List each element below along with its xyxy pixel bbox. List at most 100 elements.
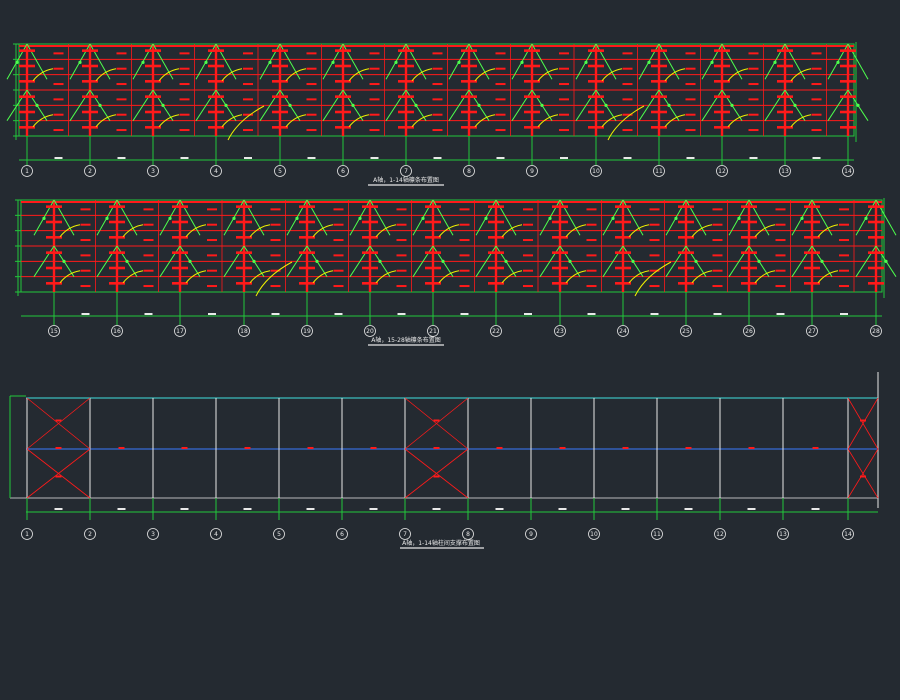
member-tag xyxy=(299,205,315,208)
axis-label: 15 xyxy=(50,328,58,335)
member-tag xyxy=(495,98,506,101)
member-tag xyxy=(143,254,154,257)
member-tag xyxy=(82,80,98,83)
member-tag xyxy=(651,64,667,68)
member-tag xyxy=(306,129,317,132)
member-tag xyxy=(588,64,604,68)
member-tag xyxy=(80,269,91,272)
member-tag xyxy=(145,49,161,52)
member-tag xyxy=(714,49,730,52)
member-tag xyxy=(46,205,62,208)
member-tag xyxy=(777,110,793,114)
member-tag xyxy=(207,208,217,211)
member-tag xyxy=(552,266,568,270)
member-tag xyxy=(333,223,344,226)
brace-diagonal xyxy=(405,43,427,80)
member-tag xyxy=(840,110,856,114)
member-tag xyxy=(714,95,730,98)
member-tag xyxy=(459,254,470,257)
dimension-text-mark xyxy=(686,157,695,159)
member-tag xyxy=(651,95,667,98)
dimension-text-mark xyxy=(54,508,63,510)
brace-diagonal xyxy=(279,43,301,80)
member-tag xyxy=(615,266,631,270)
brace-node xyxy=(315,259,319,263)
member-tag xyxy=(714,80,730,83)
dimension-text-mark xyxy=(560,157,568,159)
member-tag xyxy=(524,64,540,68)
strut-tag xyxy=(685,447,692,449)
member-tag xyxy=(82,95,98,98)
member-tag xyxy=(775,269,786,272)
brace-node xyxy=(98,103,102,107)
member-tag xyxy=(748,98,759,101)
member-tag xyxy=(649,223,660,226)
member-tag xyxy=(559,98,569,101)
member-tag xyxy=(622,52,633,55)
dimension-text-mark xyxy=(749,157,758,159)
member-tag xyxy=(523,239,533,242)
brace-node xyxy=(168,216,172,220)
member-tag xyxy=(53,98,64,101)
member-tag xyxy=(80,239,91,242)
member-tag xyxy=(299,220,315,224)
brace-diagonal xyxy=(595,43,617,80)
axis-label: 4 xyxy=(214,168,218,175)
member-tag xyxy=(804,282,820,285)
bracing-tag xyxy=(55,475,62,478)
axis-label: 26 xyxy=(745,328,753,335)
member-tag xyxy=(432,67,443,70)
member-tag xyxy=(398,95,414,98)
brace-node xyxy=(414,103,418,107)
member-tag xyxy=(109,282,125,285)
member-tag xyxy=(488,266,504,270)
brace-node xyxy=(441,259,445,263)
member-tag xyxy=(523,254,533,257)
member-tag xyxy=(299,236,315,239)
member-tag xyxy=(459,269,470,272)
member-tag xyxy=(775,239,786,242)
member-tag xyxy=(82,110,98,114)
member-tag xyxy=(588,49,604,52)
stair-curve xyxy=(227,105,265,141)
member-tag xyxy=(523,285,533,288)
brace-node xyxy=(540,103,544,107)
member-tag xyxy=(143,239,154,242)
member-tag xyxy=(777,49,793,52)
brace-diagonal xyxy=(369,199,391,236)
brace-node xyxy=(604,103,608,107)
member-tag xyxy=(649,239,660,242)
brace-node xyxy=(611,216,615,220)
brace-node xyxy=(773,60,777,64)
member-tag xyxy=(236,282,252,285)
member-tag xyxy=(272,49,288,52)
member-tag xyxy=(461,80,477,83)
axis-label: 2 xyxy=(88,531,92,538)
brace-diagonal xyxy=(811,199,833,236)
member-tag xyxy=(748,113,759,116)
member-tag xyxy=(741,266,757,270)
brace-node xyxy=(856,103,860,107)
strut-tag xyxy=(559,447,566,449)
brace-node xyxy=(351,103,355,107)
axis-label: 20 xyxy=(366,328,374,335)
member-tag xyxy=(396,208,407,211)
dimension-text-mark xyxy=(334,313,343,315)
axis-label: 11 xyxy=(653,531,661,538)
member-tag xyxy=(678,236,694,239)
member-tag xyxy=(398,49,414,52)
column-bracing-axis-1-14: 1 2 3 4 5 6 7 8 9 10 11 12 13 14 xyxy=(9,372,879,540)
brace-node xyxy=(800,216,804,220)
dimension-text-mark xyxy=(117,157,126,159)
brace-node xyxy=(125,259,129,263)
member-tag xyxy=(172,205,188,208)
member-tag xyxy=(116,52,127,55)
brace-node xyxy=(520,60,524,64)
member-tag xyxy=(272,110,288,114)
member-tag xyxy=(868,251,884,254)
member-tag xyxy=(840,49,856,52)
member-tag xyxy=(172,251,188,254)
stair-curve xyxy=(607,105,645,141)
bracing-tag xyxy=(860,419,866,422)
member-tag xyxy=(272,126,288,129)
